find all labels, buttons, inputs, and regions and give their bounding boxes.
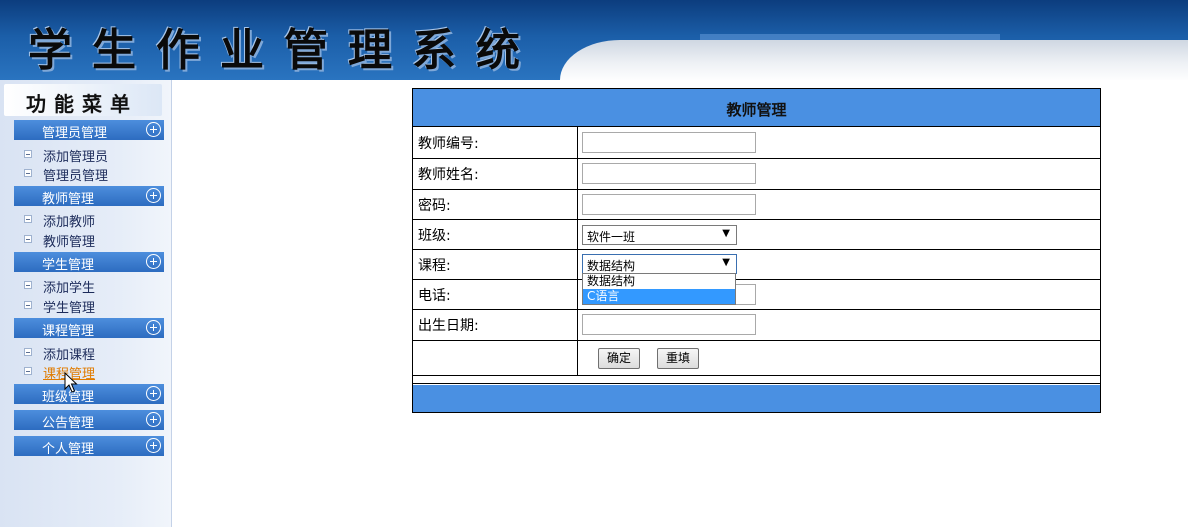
course-select[interactable]: 数据结构 ▼	[582, 254, 737, 274]
submit-button[interactable]: 确定	[598, 348, 641, 369]
field-label-cell: 课程:	[413, 250, 578, 279]
field-label: 课程:	[418, 257, 451, 274]
dropdown-arrow-icon: ▼	[722, 228, 730, 239]
row-course: 课程: 数据结构 ▼	[413, 250, 1100, 280]
sidebar-group-class[interactable]: 班级管理	[14, 384, 164, 405]
tree-node-icon	[24, 169, 32, 177]
sidebar-group-personal[interactable]: 个人管理	[14, 436, 164, 457]
sidebar-item-label: 学生管理	[43, 301, 96, 316]
sidebar-item-label: 管理员管理	[43, 169, 109, 184]
field-value-cell	[578, 310, 1100, 340]
app-title: 学生作业管理系统	[28, 25, 540, 76]
tree-node-icon	[24, 348, 32, 356]
row-phone: 电话:	[413, 280, 1100, 310]
expand-plus-icon[interactable]	[146, 412, 161, 427]
menu-title-label: 功能菜单	[26, 92, 138, 116]
field-label: 出生日期:	[418, 318, 479, 334]
form-spacer-row	[413, 376, 1100, 384]
sidebar-item-label: 添加管理员	[43, 150, 109, 165]
field-label-cell: 教师姓名:	[413, 159, 578, 189]
row-actions: 确定 重填	[413, 341, 1100, 376]
tree-node-icon	[24, 281, 32, 289]
select-value: 数据结构	[587, 259, 636, 273]
field-label: 教师编号:	[418, 135, 479, 152]
teacher-name-input[interactable]	[582, 163, 756, 184]
sidebar-group-label: 学生管理	[42, 258, 95, 273]
birthday-input[interactable]	[582, 314, 756, 335]
password-input[interactable]	[582, 194, 756, 215]
sidebar-item-label: 教师管理	[43, 235, 96, 250]
field-label: 密码:	[418, 197, 451, 214]
dropdown-option-highlighted[interactable]: C语言	[583, 289, 735, 304]
reset-button[interactable]: 重填	[657, 348, 700, 369]
row-teacher-name: 教师姓名:	[413, 159, 1100, 190]
expand-plus-icon[interactable]	[146, 386, 161, 401]
empty-label-cell	[413, 341, 578, 375]
app-header: 学生作业管理系统	[0, 0, 1188, 80]
field-label-cell: 出生日期:	[413, 310, 578, 340]
tree-node-icon	[24, 215, 32, 223]
sidebar-group-student[interactable]: 学生管理	[14, 252, 164, 273]
tree-node-icon	[24, 150, 32, 158]
expand-plus-icon[interactable]	[146, 438, 161, 453]
field-label-cell: 教师编号:	[413, 127, 578, 158]
menu-title: 功能菜单	[4, 84, 162, 116]
field-label-cell: 电话:	[413, 280, 578, 309]
expand-plus-icon[interactable]	[146, 122, 161, 137]
sidebar-group-label: 公告管理	[42, 416, 95, 431]
sidebar-group-label: 教师管理	[42, 192, 95, 207]
form-title: 教师管理	[726, 101, 787, 119]
sidebar-group-notice[interactable]: 公告管理	[14, 410, 164, 431]
form-footer	[413, 385, 1100, 412]
sidebar-group-teacher[interactable]: 教师管理	[14, 186, 164, 207]
sidebar-item-label: 添加学生	[43, 281, 96, 296]
sidebar-group-label: 管理员管理	[42, 126, 108, 141]
sidebar-group-label: 课程管理	[42, 324, 95, 339]
tree-node-icon	[24, 301, 32, 309]
field-label-cell: 班级:	[413, 220, 578, 249]
header-band	[560, 40, 1188, 80]
sidebar-item-label: 添加教师	[43, 215, 96, 230]
dropdown-arrow-icon: ▼	[722, 257, 730, 268]
course-dropdown-list: 数据结构 C语言	[582, 273, 736, 305]
row-class: 班级: 软件一班 ▼	[413, 220, 1100, 250]
row-password: 密码:	[413, 190, 1100, 220]
class-select[interactable]: 软件一班 ▼	[582, 225, 737, 245]
field-label: 电话:	[418, 287, 451, 304]
actions-cell: 确定 重填	[578, 341, 1100, 375]
row-teacher-id: 教师编号:	[413, 127, 1100, 159]
field-value-cell: 软件一班 ▼	[578, 220, 1100, 249]
expand-plus-icon[interactable]	[146, 188, 161, 203]
teacher-form-panel: 教师管理 教师编号: 教师姓名: 密码: 班级: 软件一班 ▼ 课程: 数据结构…	[412, 88, 1101, 413]
tree-node-icon	[24, 367, 32, 375]
expand-plus-icon[interactable]	[146, 254, 161, 269]
dropdown-option[interactable]: 数据结构	[583, 274, 735, 289]
tree-node-icon	[24, 235, 32, 243]
select-value: 软件一班	[587, 230, 636, 244]
expand-plus-icon[interactable]	[146, 320, 161, 335]
field-value-cell	[578, 127, 1100, 158]
field-value-cell	[578, 159, 1100, 189]
sidebar-item-label: 添加课程	[43, 348, 96, 363]
field-label-cell: 密码:	[413, 190, 578, 219]
teacher-id-input[interactable]	[582, 132, 756, 153]
sidebar-group-admin[interactable]: 管理员管理	[14, 120, 164, 141]
form-header: 教师管理	[413, 89, 1100, 127]
page: 学生作业管理系统 功能菜单 管理员管理 添加管理员 管理员管理 教师管理 添加教…	[0, 0, 1188, 527]
sidebar-group-course[interactable]: 课程管理	[14, 318, 164, 339]
sidebar-group-label: 个人管理	[42, 442, 95, 457]
field-label: 班级:	[418, 227, 451, 244]
row-birthday: 出生日期:	[413, 310, 1100, 341]
mouse-cursor-icon	[64, 372, 78, 393]
field-value-cell	[578, 190, 1100, 219]
field-label: 教师姓名:	[418, 167, 479, 183]
